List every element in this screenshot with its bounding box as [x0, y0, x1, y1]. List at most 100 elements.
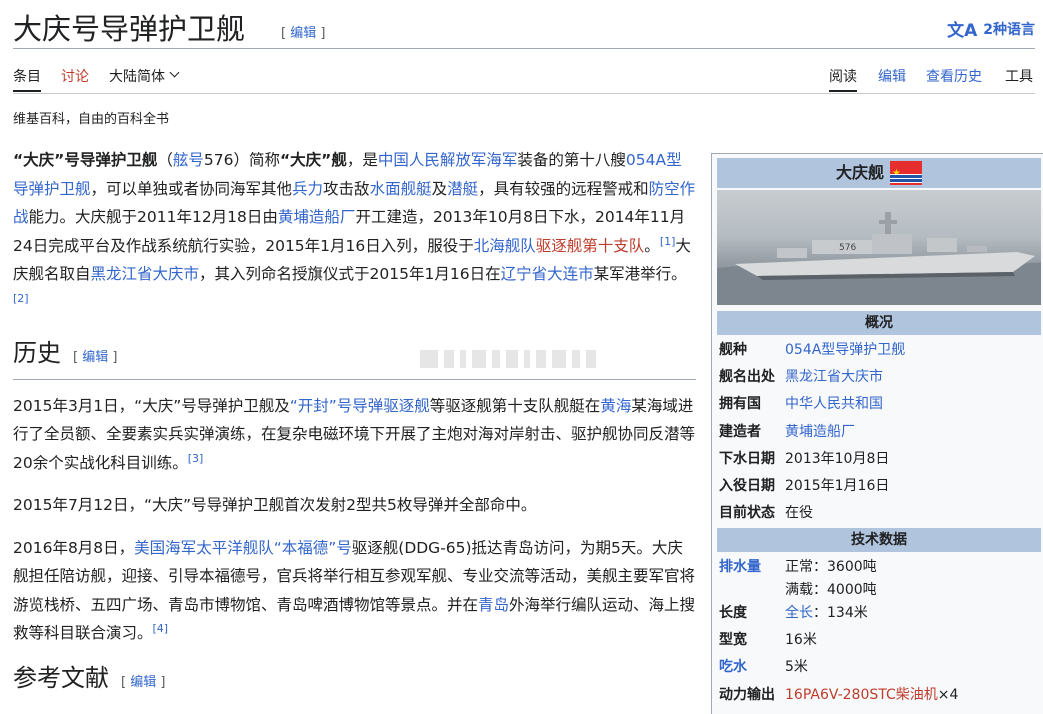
tab-variant-dropdown[interactable]: 大陆简体 — [109, 66, 180, 92]
tab-history[interactable]: 查看历史 — [926, 66, 982, 92]
engine-redlink[interactable]: 16PA6V-280STC柴油机 — [785, 687, 938, 703]
infobox-section-tech: 技术数据 — [717, 528, 1041, 553]
infobox-section-overview: 概况 — [717, 311, 1041, 335]
row-key: 舰名出处 — [719, 368, 775, 385]
tab-tools[interactable]: 工具 — [1005, 66, 1033, 92]
section-edit-link[interactable]: [ 编辑 ] — [121, 675, 165, 690]
history-paragraph-1: 2015年3月1日，“大庆”号导弹护卫舰及“开封”号导弹驱逐舰等驱逐舰第十支队舰… — [13, 392, 696, 478]
text: 等驱逐舰第十支队舰艇在 — [429, 396, 601, 415]
length-link[interactable]: 全长 — [785, 605, 813, 621]
engine-count: ×4 — [937, 686, 959, 703]
link-yellow-sea[interactable]: 黄海 — [600, 397, 631, 415]
row-value: 在役 — [785, 505, 813, 522]
text: 某军港举行。 — [593, 265, 687, 283]
row-value: 16PA6V-280STC柴油机×4 — [785, 684, 958, 704]
tab-talk[interactable]: 讨论 — [61, 66, 89, 92]
site-tagline: 维基百科，自由的百科全书 — [13, 112, 170, 127]
row-value: 2015年1月16日 — [785, 478, 890, 495]
section-edit-label[interactable]: 编辑 — [82, 350, 108, 365]
text: ，具有较强的远程警戒和 — [478, 179, 649, 198]
row-key: 动力输出 — [719, 686, 775, 703]
displacement-full: 满载：4000吨 — [785, 582, 877, 599]
naval-ensign-flag-icon[interactable]: ★ — [890, 161, 922, 185]
link-benfold[interactable]: “本福德”号 — [274, 539, 352, 557]
row-value: 5米 — [785, 659, 808, 676]
text: 及 — [431, 179, 448, 198]
row-value-link[interactable]: 黄埔造船厂 — [785, 421, 855, 441]
svg-text:576: 576 — [839, 243, 856, 253]
link-submarine[interactable]: 潜艇 — [447, 180, 478, 198]
ship-photo[interactable]: 576 — [717, 190, 1041, 305]
ref-1[interactable]: [1] — [660, 235, 676, 248]
link-dalian[interactable]: 辽宁省大连市 — [501, 265, 594, 283]
bold-term: “大庆”号导弹护卫舰 — [13, 151, 158, 169]
tab-article[interactable]: 条目 — [13, 66, 41, 92]
row-value: 正常：3600吨 满载：4000吨 — [785, 556, 877, 602]
row-value-link[interactable]: 054A型导弹护卫舰 — [785, 339, 905, 359]
row-value: 2013年10月8日 — [785, 450, 890, 467]
row-key: 舰种 — [719, 341, 747, 358]
link-kaifeng[interactable]: “开封”号导弹驱逐舰 — [290, 397, 430, 415]
title-edit-link[interactable]: [ 编辑 ] — [281, 22, 325, 41]
row-key: 拥有国 — [719, 396, 761, 413]
row-key-link[interactable]: 排水量 — [719, 556, 785, 576]
link-pacific-fleet[interactable]: 太平洋舰队 — [196, 539, 274, 557]
link-pla-navy[interactable]: 中国人民解放军海军 — [378, 151, 518, 169]
infobox-row-type: 舰种 054A型导弹护卫舰 — [719, 335, 1043, 362]
infobox-row-displacement: 排水量 正常：3600吨 满载：4000吨 — [719, 552, 1043, 598]
link-qingdao[interactable]: 青岛 — [478, 596, 509, 614]
bold-term: “大庆”舰 — [280, 151, 347, 169]
link-huangpu-shipyard[interactable]: 黄埔造船厂 — [278, 208, 356, 226]
text: 576）简称 — [203, 151, 280, 169]
infobox-row-launched: 下水日期 2013年10月8日 — [719, 444, 1043, 471]
infobox-row-owner: 拥有国 中华人民共和国 — [719, 390, 1043, 417]
link-forces[interactable]: 兵力 — [292, 180, 323, 198]
length-value: ：134米 — [813, 604, 868, 621]
redlink-destroyer-flotilla[interactable]: 驱逐舰第十支队 — [536, 237, 645, 255]
section-edit-link[interactable]: [ 编辑 ] — [73, 350, 117, 365]
tabs-divider — [13, 93, 1035, 94]
infobox-row-builder: 建造者 黄埔造船厂 — [719, 417, 1043, 444]
tab-read[interactable]: 阅读 — [829, 66, 857, 92]
infobox-row-commissioned: 入役日期 2015年1月16日 — [719, 471, 1043, 498]
ref-2[interactable]: [2] — [13, 292, 29, 305]
infobox-row-namesake: 舰名出处 黑龙江省大庆市 — [719, 362, 1043, 389]
history-paragraph-2: 2015年7月12日，“大庆”号导弹护卫舰首次发射2型共5枚导弹并全部命中。 — [13, 496, 537, 514]
loading-placeholder — [420, 347, 630, 371]
infobox-title: 大庆舰 ★ — [717, 158, 1041, 188]
row-key: 建造者 — [719, 423, 761, 440]
link-hull-number[interactable]: 舷号 — [173, 151, 204, 169]
tab-edit[interactable]: 编辑 — [878, 66, 906, 92]
infobox-title-text: 大庆舰 — [835, 163, 884, 182]
text: 2015年3月1日，“大庆”号导弹护卫舰及 — [13, 396, 290, 415]
link-daqing[interactable]: 黑龙江省大庆市 — [91, 265, 200, 283]
displacement-normal: 正常：3600吨 — [785, 559, 877, 576]
language-count[interactable]: 2种语言 — [983, 19, 1035, 39]
title-edit-label[interactable]: 编辑 — [290, 26, 316, 41]
row-value-link[interactable]: 中华人民共和国 — [785, 393, 883, 413]
page-title: 大庆号导弹护卫舰 — [13, 12, 246, 46]
text: ，其入列命名授旗仪式于2015年1月16日在 — [199, 265, 501, 283]
infobox-row-draft: 吃水 5米 — [719, 653, 1043, 680]
link-us-navy[interactable]: 美国海军 — [134, 539, 196, 557]
row-key: 入役日期 — [719, 478, 775, 495]
link-north-sea-fleet[interactable]: 北海舰队 — [474, 237, 536, 255]
text: ，可以单独或者协同海军其他 — [90, 179, 293, 198]
text: （ — [157, 151, 173, 169]
row-value-link[interactable]: 黑龙江省大庆市 — [785, 366, 883, 386]
ref-3[interactable]: [3] — [188, 452, 204, 465]
language-button[interactable]: 文A 2种语言 — [947, 16, 1035, 41]
row-key: 型宽 — [719, 632, 747, 649]
section-edit-label[interactable]: 编辑 — [130, 675, 156, 690]
infobox: 大庆舰 ★ 576 概况 舰种 054A型导弹护卫舰 舰名出处黑龙江省大庆市 拥有… — [711, 153, 1043, 714]
ref-4[interactable]: [4] — [153, 622, 169, 635]
section-heading-references: 参考文献 [ 编辑 ] — [13, 664, 696, 698]
link-surface-ships[interactable]: 水面舰艇 — [370, 180, 432, 198]
row-key-link[interactable]: 吃水 — [719, 656, 785, 676]
row-key: 目前状态 — [719, 505, 775, 522]
translate-icon: 文A — [947, 21, 978, 41]
text: 装备的第十八艘 — [517, 151, 626, 169]
chevron-down-icon — [169, 67, 180, 78]
intro-paragraph: “大庆”号导弹护卫舰（舷号576）简称“大庆”舰，是中国人民解放军海军装备的第十… — [13, 146, 696, 317]
text: 攻击敌 — [323, 179, 370, 198]
